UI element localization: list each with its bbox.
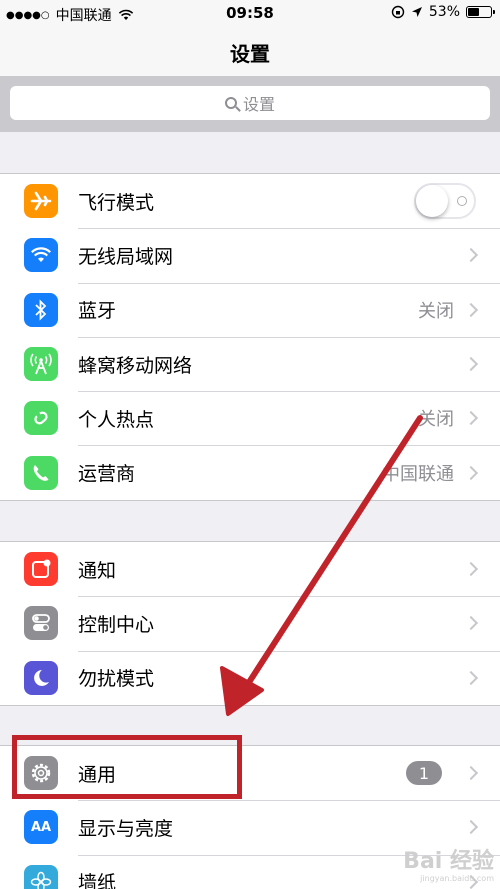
chevron-right-icon <box>463 302 479 317</box>
settings-row-carrier[interactable]: 运营商 中国联通 <box>0 445 500 499</box>
chevron-right-icon <box>463 562 479 577</box>
watermark-sub: jingyan.baidu.com <box>420 874 494 883</box>
airplane-icon <box>24 184 58 219</box>
settings-row-label: 运营商 <box>78 463 136 486</box>
chevron-right-icon <box>463 670 479 685</box>
bluetooth-icon <box>24 292 58 327</box>
page-title: 设置 <box>230 42 270 66</box>
settings-row-label: 墙纸 <box>78 872 117 889</box>
search-input[interactable]: 设置 <box>10 86 490 120</box>
moon-icon <box>24 660 58 695</box>
wifi-icon <box>24 238 58 273</box>
settings-row-notifications[interactable]: 通知 <box>0 542 500 596</box>
settings-row-wifi[interactable]: 无线局域网 <box>0 228 500 282</box>
settings-row-do-not-disturb[interactable]: 勿扰模式 <box>0 650 500 705</box>
settings-row-bluetooth[interactable]: 蓝牙 关闭 <box>0 282 500 337</box>
toggle-knob <box>416 185 448 218</box>
display-icon: AA <box>24 810 58 845</box>
search-placeholder: 设置 <box>242 95 275 114</box>
toggle-off-indicator <box>457 196 467 207</box>
watermark: Bai 经验 jingyan.baidu.com <box>403 851 494 883</box>
settings-row-label: 蜂窝移动网络 <box>78 354 193 377</box>
battery-percent: 53% <box>428 4 460 20</box>
chevron-right-icon <box>463 616 479 631</box>
notifications-icon <box>24 552 58 587</box>
carrier-value: 中国联通 <box>382 463 454 485</box>
settings-row-cellular[interactable]: 蜂窝移动网络 <box>0 336 500 391</box>
cellular-icon <box>24 347 58 382</box>
annotation-highlight-box <box>12 735 242 799</box>
settings-group-notifications: 通知 控制中心 勿扰模式 <box>0 541 500 706</box>
status-bar: ●●●●○ 中国联通 09:58 53% <box>0 0 500 26</box>
settings-row-label: 蓝牙 <box>78 300 117 323</box>
settings-row-label: 飞行模式 <box>78 191 155 214</box>
settings-row-hotspot[interactable]: 个人热点 关闭 <box>0 391 500 445</box>
navigation-bar: 设置 <box>0 26 500 76</box>
settings-row-airplane-mode[interactable]: 飞行模式 <box>0 174 500 228</box>
settings-group-connectivity: 飞行模式 无线局域网 蓝牙 关闭 蜂窝移动网络 个人热点 关闭 运营商 中国联通 <box>0 173 500 501</box>
settings-row-label: 显示与亮度 <box>78 817 174 840</box>
chevron-right-icon <box>463 820 479 835</box>
settings-row-label: 无线局域网 <box>78 245 174 268</box>
search-icon <box>224 97 237 109</box>
control-center-icon <box>24 606 58 641</box>
settings-row-label: 通知 <box>78 559 117 582</box>
airplane-mode-toggle[interactable] <box>414 183 476 220</box>
battery-icon <box>466 6 495 18</box>
settings-row-label: 勿扰模式 <box>78 668 155 691</box>
bluetooth-status: 关闭 <box>418 300 454 322</box>
settings-row-label: 个人热点 <box>78 408 155 431</box>
phone-icon <box>24 455 58 490</box>
chevron-right-icon <box>463 465 479 480</box>
search-area: 设置 <box>0 76 500 132</box>
settings-row-label: 控制中心 <box>78 613 155 636</box>
rotation-lock-icon <box>391 5 405 19</box>
location-arrow-icon <box>411 7 422 17</box>
display-icon-text: AA <box>30 819 52 835</box>
settings-row-display-brightness[interactable]: AA 显示与亮度 <box>0 800 500 854</box>
hotspot-status: 关闭 <box>418 409 454 431</box>
chevron-right-icon <box>463 356 479 372</box>
chevron-right-icon <box>463 411 479 426</box>
chevron-right-icon <box>463 248 479 263</box>
chevron-right-icon <box>463 766 479 781</box>
watermark-main: Bai 经验 <box>403 849 494 874</box>
settings-row-control-center[interactable]: 控制中心 <box>0 596 500 650</box>
hotspot-icon <box>24 401 58 436</box>
update-badge: 1 <box>406 761 442 786</box>
wallpaper-icon <box>24 864 58 889</box>
